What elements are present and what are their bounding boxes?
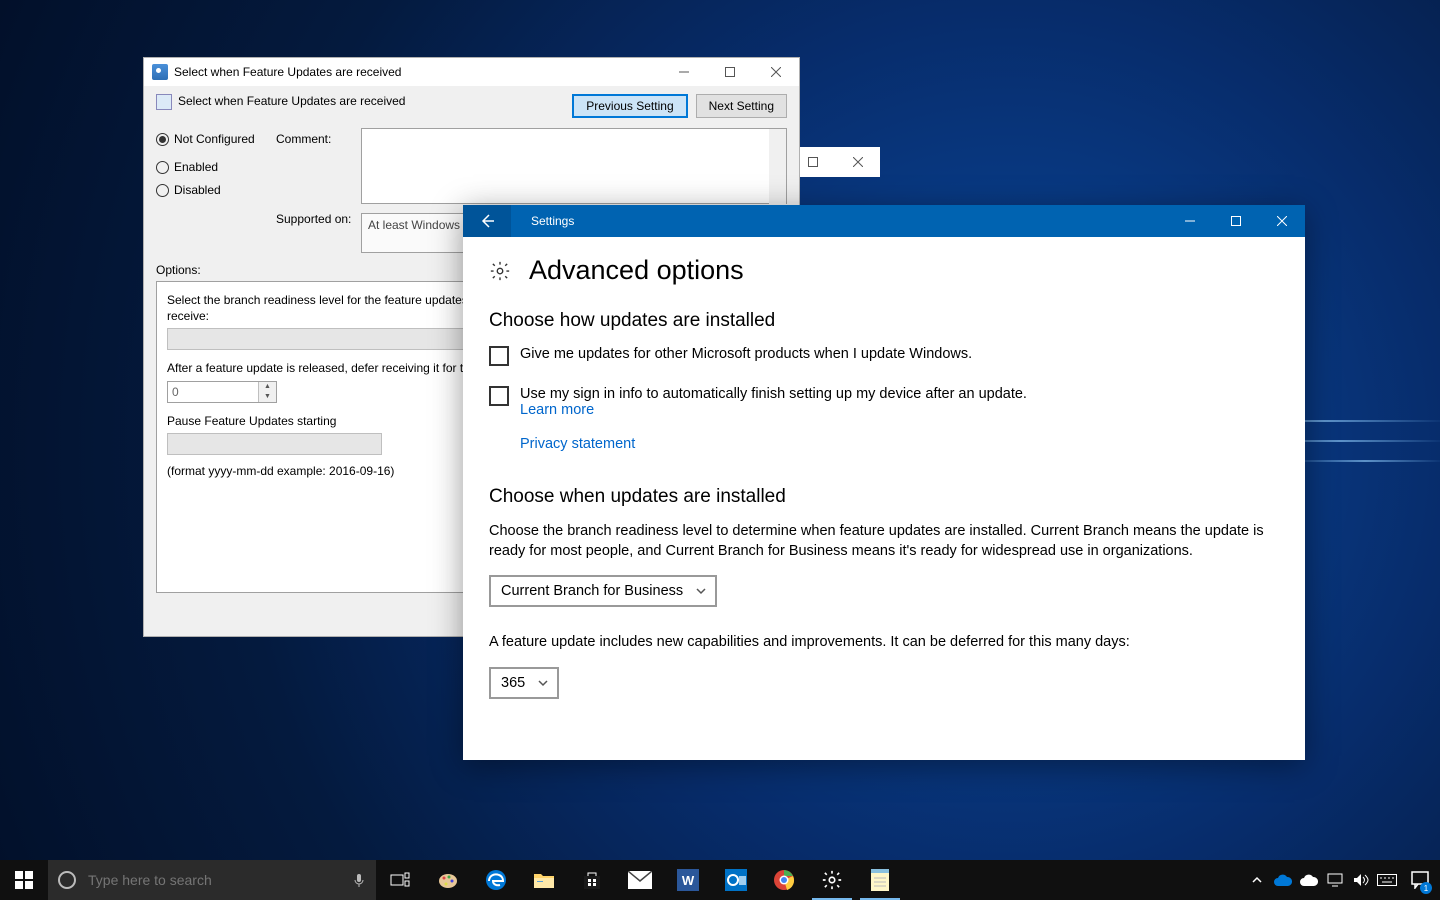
page-title: Advanced options [529,255,744,286]
minimize-button[interactable] [661,58,707,86]
taskbar-app-word[interactable]: W [664,860,712,900]
comment-textarea[interactable] [361,128,787,204]
spin-down-icon[interactable]: ▼ [259,392,276,402]
spin-up-icon[interactable]: ▲ [259,382,276,392]
microphone-icon[interactable] [352,873,366,887]
radio-label: Not Configured [174,132,255,146]
decorative-light [1290,460,1440,462]
policy-instance-icon [156,94,172,110]
checkbox-signin-info[interactable] [489,386,509,406]
maximize-button[interactable] [1213,205,1259,237]
learn-more-link[interactable]: Learn more [520,402,1027,418]
taskbar-app-settings[interactable] [808,860,856,900]
close-button[interactable] [1259,205,1305,237]
windows-icon [15,871,33,889]
taskbar-app-paint[interactable] [424,860,472,900]
checkbox-other-products[interactable] [489,346,509,366]
branch-readiness-combo[interactable]: Current Branch for Business [489,575,717,607]
policy-instance-label: Select when Feature Updates are received [178,94,405,108]
section-heading: Choose when updates are installed [489,486,1279,508]
section-heading: Choose how updates are installed [489,310,1279,332]
defer-description: A feature update includes new capabiliti… [489,633,1279,653]
taskbar-app-outlook[interactable] [712,860,760,900]
gear-icon [489,260,511,282]
pause-date-input[interactable] [167,433,382,455]
branch-description: Choose the branch readiness level to det… [489,522,1279,561]
tray-network-icon[interactable] [1322,860,1348,900]
combo-value: 365 [501,675,525,691]
window-title: Settings [511,214,574,228]
titlebar[interactable]: Select when Feature Updates are received [144,58,799,86]
search-box[interactable] [48,860,376,900]
minimize-button[interactable] [1167,205,1213,237]
tray-onedrive-icon[interactable] [1296,860,1322,900]
radio-label: Enabled [174,160,218,174]
next-setting-button[interactable]: Next Setting [696,94,787,118]
radio-not-configured[interactable]: Not Configured [156,132,276,146]
comment-label: Comment: [276,132,361,158]
taskbar-app-edge[interactable] [472,860,520,900]
close-button[interactable] [753,58,799,86]
tray-onedrive-icon[interactable] [1270,860,1296,900]
close-button[interactable] [835,147,880,177]
checkbox-label: Give me updates for other Microsoft prod… [520,346,972,362]
taskbar-app-notepad[interactable] [856,860,904,900]
titlebar[interactable]: Settings [463,205,1305,237]
notification-badge: 1 [1420,882,1432,894]
tray-volume-icon[interactable] [1348,860,1374,900]
previous-setting-button[interactable]: Previous Setting [572,94,687,118]
svg-text:W: W [682,873,695,888]
task-view-button[interactable] [376,860,424,900]
chevron-down-icon [537,677,549,689]
defer-days-value[interactable]: 0 [168,382,258,402]
combo-value: Current Branch for Business [501,583,683,599]
taskbar-app-mail[interactable] [616,860,664,900]
taskbar-app-store[interactable] [568,860,616,900]
tray-chevron-up-icon[interactable] [1244,860,1270,900]
defer-days-combo[interactable]: 365 [489,667,559,699]
background-window-titlebar [790,147,880,177]
tray-keyboard-icon[interactable] [1374,860,1400,900]
privacy-statement-link[interactable]: Privacy statement [520,436,1279,452]
radio-enabled[interactable]: Enabled [156,160,276,174]
maximize-button[interactable] [707,58,753,86]
cortana-icon [58,871,76,889]
checkbox-label: Use my sign in info to automatically fin… [520,386,1027,402]
chevron-down-icon [695,585,707,597]
system-tray: 1 [1244,860,1440,900]
back-button[interactable] [463,205,511,237]
start-button[interactable] [0,860,48,900]
window-title: Select when Feature Updates are received [174,65,401,79]
action-center-button[interactable]: 1 [1400,860,1440,900]
radio-disabled[interactable]: Disabled [156,183,276,197]
defer-days-spinner[interactable]: 0 ▲▼ [167,381,277,403]
search-input[interactable] [86,871,352,889]
radio-label: Disabled [174,183,221,197]
taskbar: W 1 [0,860,1440,900]
settings-window: Settings Advanced options Choose how upd… [463,205,1305,760]
policy-icon [152,64,168,80]
taskbar-app-explorer[interactable] [520,860,568,900]
taskbar-app-chrome[interactable] [760,860,808,900]
supported-on-label: Supported on: [276,212,361,238]
